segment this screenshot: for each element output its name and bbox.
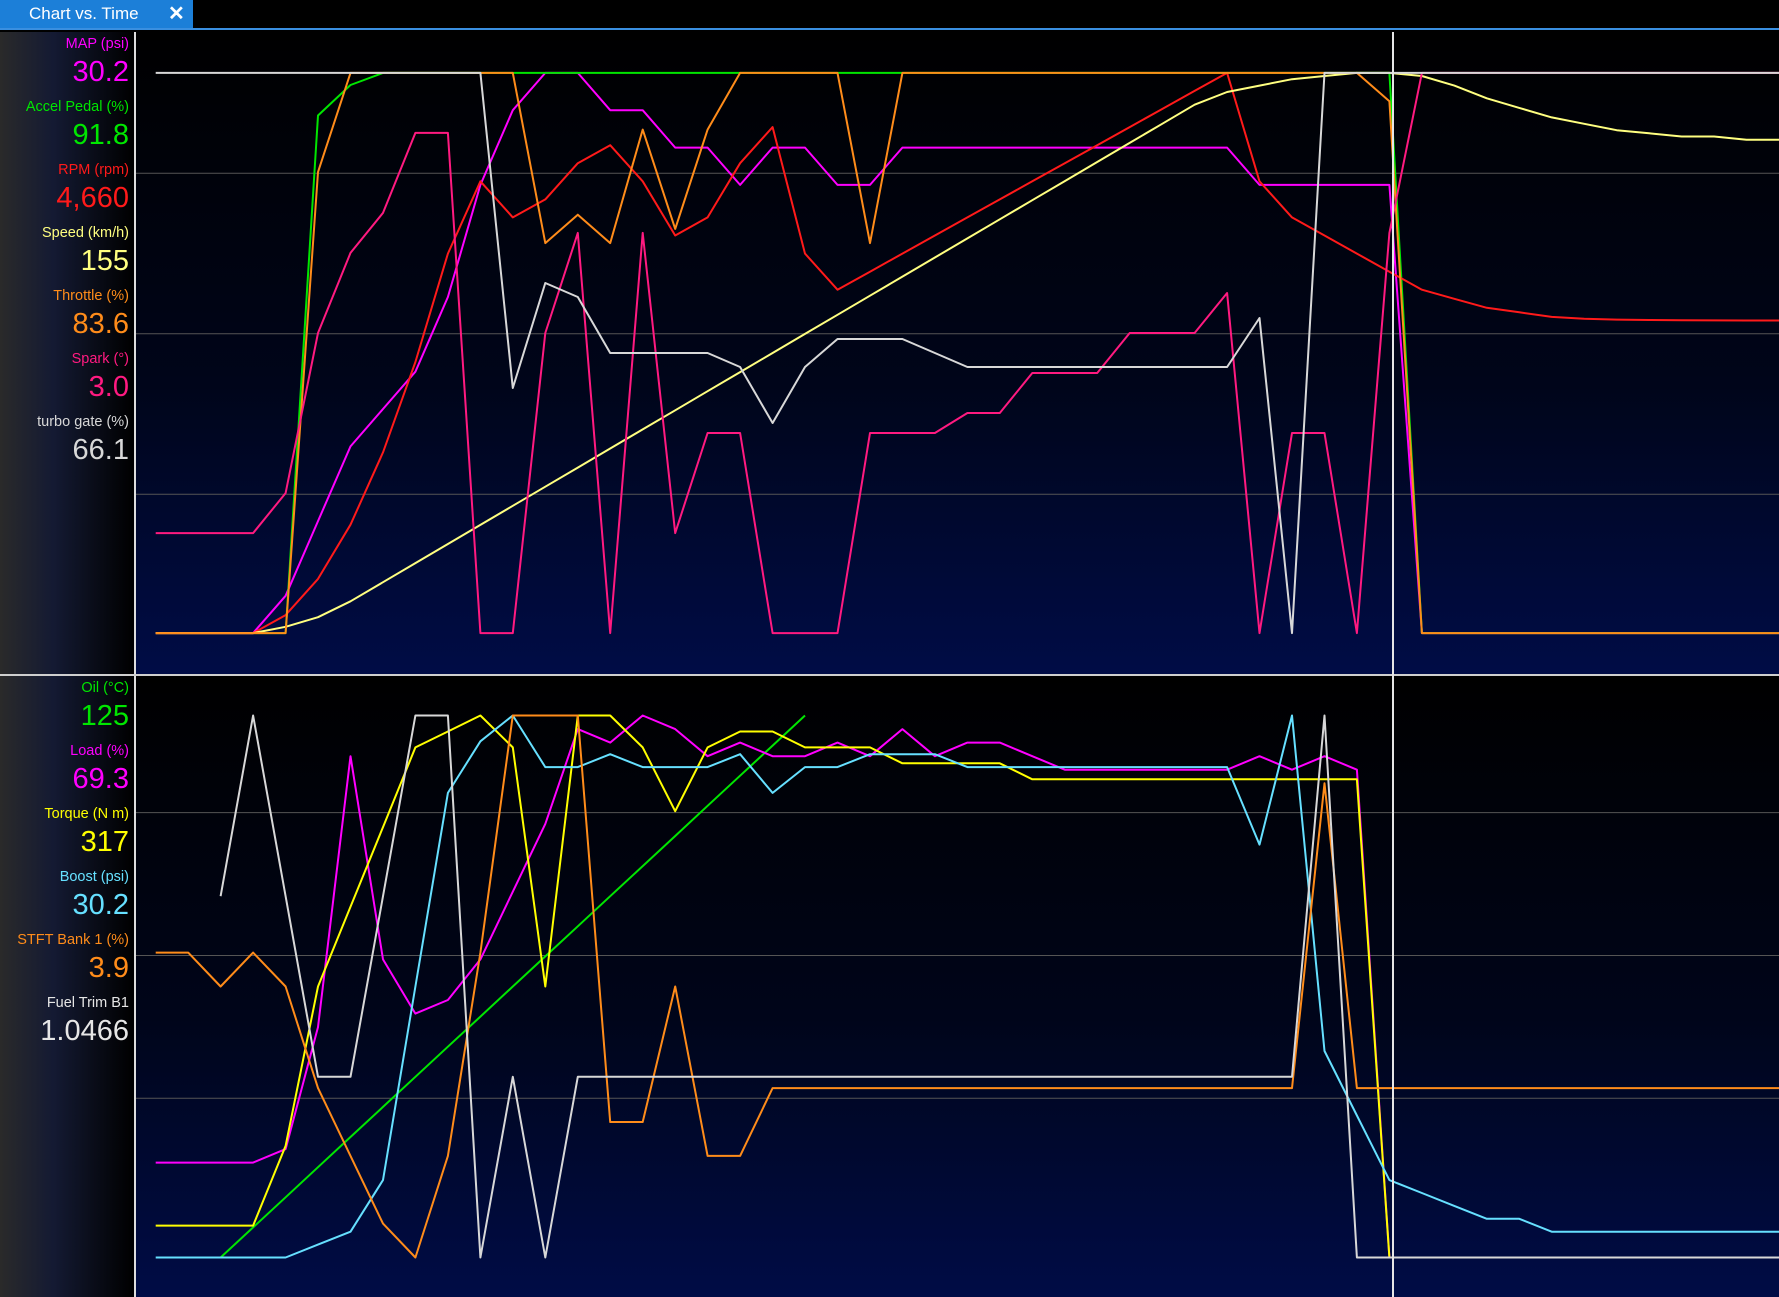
legend-item-map-psi[interactable]: MAP (psi) 30.2 <box>66 36 129 88</box>
series-line-oil-c <box>219 714 806 1259</box>
series-line-load <box>155 714 1779 1259</box>
legend-item-turbo-gate[interactable]: turbo gate (%) 66.1 <box>37 414 129 466</box>
legend-label: Load (%) <box>70 743 129 759</box>
legend-value: 83.6 <box>72 308 129 340</box>
legend-value: 66.1 <box>72 434 129 466</box>
legend-item-stft-bank-1[interactable]: STFT Bank 1 (%) 3.9 <box>17 932 129 984</box>
bottom-chart-pane: Oil (°C) 125 Load (%) 69.3 Torque (N m) 317 Bo… <box>0 676 1779 1297</box>
tab-chart-vs-time[interactable]: Chart vs. Time ✕ <box>0 0 193 28</box>
legend-item-oil-c[interactable]: Oil (°C) 125 <box>81 680 129 732</box>
series-line-fuel-trim-b1 <box>219 714 1779 1259</box>
legend-value: 1.0466 <box>40 1015 129 1047</box>
tab-title: Chart vs. Time <box>29 4 139 23</box>
legend-item-speed-km-h[interactable]: Speed (km/h) 155 <box>42 225 129 277</box>
tab-bar: Chart vs. Time ✕ <box>0 0 1779 30</box>
series-line-spark <box>155 71 1779 635</box>
legend-item-torque-n-m[interactable]: Torque (N m) 317 <box>44 806 129 858</box>
series-line-map-psi <box>155 71 1779 635</box>
legend-value: 317 <box>80 826 129 858</box>
top-chart-svg <box>136 71 1779 635</box>
series-line-throttle <box>155 71 1779 635</box>
top-chart-area[interactable] <box>134 32 1779 674</box>
legend-value: 3.0 <box>88 371 129 403</box>
legend-value: 69.3 <box>72 763 129 795</box>
legend-label: RPM (rpm) <box>58 162 129 178</box>
legend-label: Fuel Trim B1 <box>46 995 129 1011</box>
legend-label: Boost (psi) <box>59 869 129 885</box>
series-line-accel-pedal <box>155 71 1779 635</box>
legend-item-throttle[interactable]: Throttle (%) 83.6 <box>53 288 129 340</box>
legend-label: MAP (psi) <box>65 36 129 52</box>
legend-label: STFT Bank 1 (%) <box>17 932 129 948</box>
legend-value: 125 <box>80 700 129 732</box>
legend-label: Speed (km/h) <box>41 225 129 241</box>
legend-item-accel-pedal[interactable]: Accel Pedal (%) 91.8 <box>26 99 129 151</box>
legend-value: 4,660 <box>56 182 129 214</box>
legend-item-fuel-trim-b1[interactable]: Fuel Trim B1 1.0466 <box>40 995 129 1047</box>
top-chart-pane: MAP (psi) 30.2 Accel Pedal (%) 91.8 RPM (rpm… <box>0 32 1779 674</box>
legend-value: 3.9 <box>88 952 129 984</box>
legend-label: turbo gate (%) <box>37 414 129 430</box>
bottom-chart-svg <box>136 714 1779 1259</box>
legend-item-spark[interactable]: Spark (°) 3.0 <box>72 351 129 403</box>
legend-label: Torque (N m) <box>44 806 129 822</box>
legend-label: Oil (°C) <box>81 680 129 696</box>
series-line-speed-km-h <box>155 71 1779 635</box>
legend-item-boost-psi[interactable]: Boost (psi) 30.2 <box>60 869 129 921</box>
legend-label: Throttle (%) <box>53 288 129 304</box>
legend-item-rpm-rpm[interactable]: RPM (rpm) 4,660 <box>56 162 129 214</box>
bottom-chart-area[interactable] <box>134 676 1779 1297</box>
legend-label: Spark (°) <box>71 351 129 367</box>
legend-value: 30.2 <box>72 56 129 88</box>
legend-value: 155 <box>80 245 129 277</box>
legend-item-load[interactable]: Load (%) 69.3 <box>70 743 129 795</box>
series-line-turbo-gate <box>155 71 1779 635</box>
top-legend: MAP (psi) 30.2 Accel Pedal (%) 91.8 RPM (rpm… <box>0 32 133 674</box>
bottom-legend: Oil (°C) 125 Load (%) 69.3 Torque (N m) 317 Bo… <box>0 676 133 1297</box>
legend-value: 91.8 <box>72 119 129 151</box>
series-line-rpm-rpm <box>155 71 1779 635</box>
close-icon[interactable]: ✕ <box>168 0 185 28</box>
legend-value: 30.2 <box>72 889 129 921</box>
legend-label: Accel Pedal (%) <box>25 99 129 115</box>
time-cursor[interactable] <box>1392 32 1394 1297</box>
